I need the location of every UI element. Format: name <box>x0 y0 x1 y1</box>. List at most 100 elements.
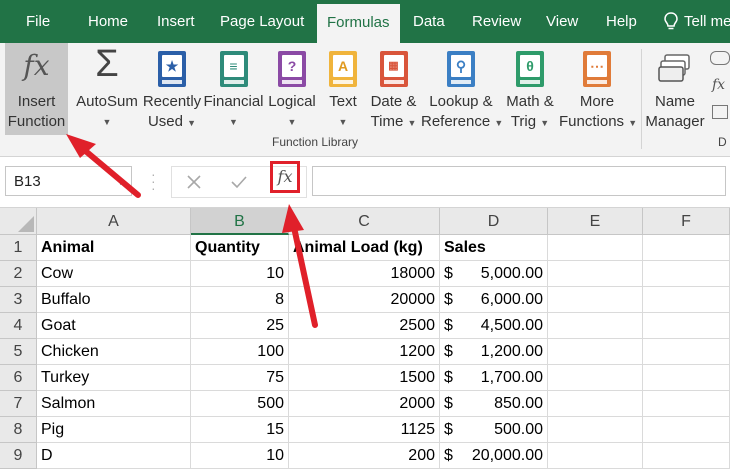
chevron-down-icon[interactable]: ▼ <box>116 167 125 197</box>
formula-input[interactable] <box>312 166 726 196</box>
cell-a2[interactable]: Cow <box>37 261 191 287</box>
cell-f3[interactable] <box>643 287 730 313</box>
cell-b6[interactable]: 75 <box>191 365 289 391</box>
cell-a4[interactable]: Goat <box>37 313 191 339</box>
financial-button[interactable]: ≡ Financial ▼ <box>202 43 265 135</box>
cell-e6[interactable] <box>548 365 643 391</box>
more-functions-button[interactable]: ⋯ More Functions ▼ <box>559 43 637 135</box>
column-header-f[interactable]: F <box>643 208 730 235</box>
cell-b2[interactable]: 10 <box>191 261 289 287</box>
column-header-e[interactable]: E <box>548 208 643 235</box>
tab-data[interactable]: Data <box>413 0 445 43</box>
cell-c9[interactable]: 200 <box>289 443 440 469</box>
cell-f1[interactable] <box>643 235 730 261</box>
select-all-corner[interactable] <box>0 208 37 235</box>
row-header[interactable]: 8 <box>0 417 37 443</box>
cell-e3[interactable] <box>548 287 643 313</box>
row-header[interactable]: 4 <box>0 313 37 339</box>
cell-a3[interactable]: Buffalo <box>37 287 191 313</box>
create-from-selection-icon[interactable] <box>712 105 728 119</box>
cell-f6[interactable] <box>643 365 730 391</box>
cell-e8[interactable] <box>548 417 643 443</box>
row-header[interactable]: 2 <box>0 261 37 287</box>
cell-d6[interactable]: $1,700.00 <box>440 365 548 391</box>
cell-f8[interactable] <box>643 417 730 443</box>
autosum-button[interactable]: Σ AutoSum ▼ <box>72 43 142 135</box>
row-header[interactable]: 6 <box>0 365 37 391</box>
tab-review[interactable]: Review <box>472 0 521 43</box>
column-header-b[interactable]: B <box>191 208 289 235</box>
insert-function-fx-icon[interactable]: fx <box>270 161 300 193</box>
cell-e1[interactable] <box>548 235 643 261</box>
cell-d4[interactable]: $4,500.00 <box>440 313 548 339</box>
cell-e9[interactable] <box>548 443 643 469</box>
cell-c8[interactable]: 1125 <box>289 417 440 443</box>
row-header[interactable]: 9 <box>0 443 37 469</box>
tab-file[interactable]: File <box>26 0 50 43</box>
cell-e4[interactable] <box>548 313 643 339</box>
row-header[interactable]: 1 <box>0 235 37 261</box>
cell-b9[interactable]: 10 <box>191 443 289 469</box>
cell-a1[interactable]: Animal <box>37 235 191 261</box>
logical-button[interactable]: ? Logical ▼ <box>265 43 319 135</box>
cell-c2[interactable]: 18000 <box>289 261 440 287</box>
tab-formulas[interactable]: Formulas <box>317 4 400 43</box>
define-name-icon[interactable] <box>710 51 730 65</box>
cell-d9[interactable]: $20,000.00 <box>440 443 548 469</box>
cell-f9[interactable] <box>643 443 730 469</box>
tab-insert[interactable]: Insert <box>157 0 195 43</box>
column-header-a[interactable]: A <box>37 208 191 235</box>
cell-f4[interactable] <box>643 313 730 339</box>
cell-d2[interactable]: $5,000.00 <box>440 261 548 287</box>
cell-b7[interactable]: 500 <box>191 391 289 417</box>
cell-b4[interactable]: 25 <box>191 313 289 339</box>
cell-e7[interactable] <box>548 391 643 417</box>
cell-b8[interactable]: 15 <box>191 417 289 443</box>
cell-f7[interactable] <box>643 391 730 417</box>
name-box[interactable]: B13 ▼ <box>5 166 132 196</box>
tab-help[interactable]: Help <box>606 0 637 43</box>
insert-function-button[interactable]: fx Insert Function <box>5 43 68 135</box>
recently-used-button[interactable]: ★ Recently Used ▼ <box>142 43 202 135</box>
column-header-c[interactable]: C <box>289 208 440 235</box>
column-header-d[interactable]: D <box>440 208 548 235</box>
cell-a6[interactable]: Turkey <box>37 365 191 391</box>
tab-home[interactable]: Home <box>88 0 128 43</box>
cell-a5[interactable]: Chicken <box>37 339 191 365</box>
cell-d1[interactable]: Sales <box>440 235 548 261</box>
math-trig-button[interactable]: θ Math & Trig ▼ <box>501 43 559 135</box>
row-header[interactable]: 3 <box>0 287 37 313</box>
cell-b5[interactable]: 100 <box>191 339 289 365</box>
cell-e5[interactable] <box>548 339 643 365</box>
row-header[interactable]: 5 <box>0 339 37 365</box>
cell-c1[interactable]: Animal Load (kg) <box>289 235 440 261</box>
cell-c5[interactable]: 1200 <box>289 339 440 365</box>
cell-d5[interactable]: $1,200.00 <box>440 339 548 365</box>
cell-d3[interactable]: $6,000.00 <box>440 287 548 313</box>
cell-e2[interactable] <box>548 261 643 287</box>
cell-d8[interactable]: $500.00 <box>440 417 548 443</box>
cell-a7[interactable]: Salmon <box>37 391 191 417</box>
cell-d7[interactable]: $850.00 <box>440 391 548 417</box>
lookup-reference-button[interactable]: ⚲ Lookup & Reference ▼ <box>421 43 503 135</box>
cell-a9[interactable]: D <box>37 443 191 469</box>
row-header[interactable]: 7 <box>0 391 37 417</box>
cancel-icon[interactable] <box>186 174 202 190</box>
tab-view[interactable]: View <box>546 0 578 43</box>
tab-tell-me[interactable]: Tell me <box>684 0 730 43</box>
text-button[interactable]: A Text ▼ <box>322 43 364 135</box>
cell-f5[interactable] <box>643 339 730 365</box>
cell-c3[interactable]: 20000 <box>289 287 440 313</box>
cell-b1[interactable]: Quantity <box>191 235 289 261</box>
date-time-button[interactable]: ▦ Date & Time ▼ <box>366 43 421 135</box>
cell-c6[interactable]: 1500 <box>289 365 440 391</box>
cell-f2[interactable] <box>643 261 730 287</box>
cell-a8[interactable]: Pig <box>37 417 191 443</box>
enter-check-icon[interactable] <box>230 174 248 190</box>
cell-c7[interactable]: 2000 <box>289 391 440 417</box>
use-in-formula-icon[interactable]: fx <box>712 77 725 93</box>
tab-page-layout[interactable]: Page Layout <box>220 0 304 43</box>
cell-c4[interactable]: 2500 <box>289 313 440 339</box>
cell-b3[interactable]: 8 <box>191 287 289 313</box>
name-manager-button[interactable]: Name Manager <box>643 43 707 135</box>
